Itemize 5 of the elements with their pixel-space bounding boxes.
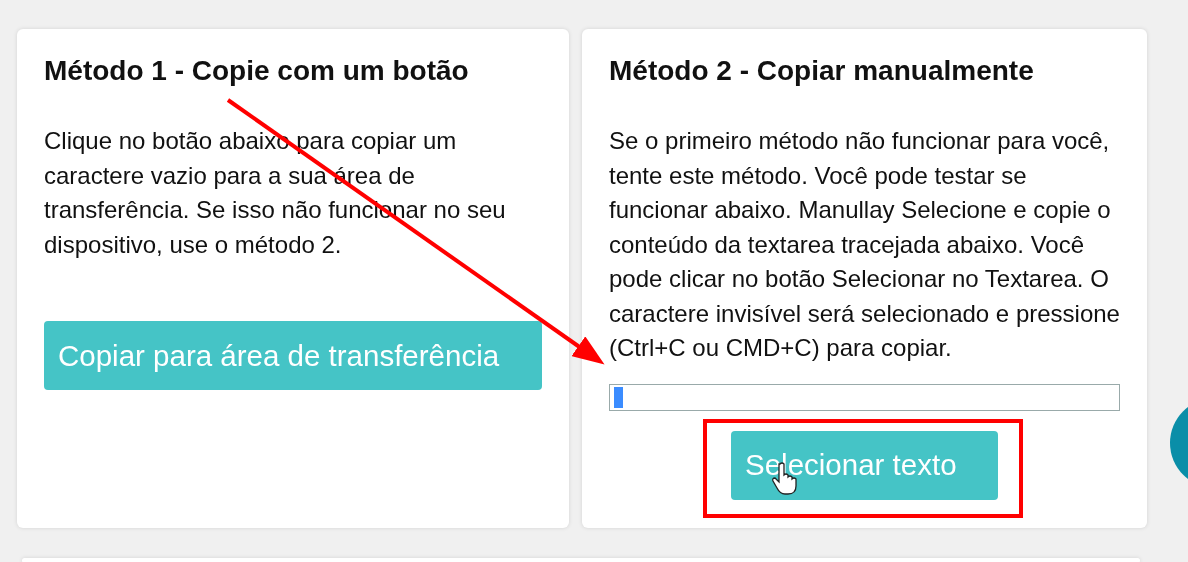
card-title: Método 2 - Copiar manualmente	[609, 56, 1035, 86]
card-title: Método 1 - Copie com um botão	[44, 56, 470, 86]
select-text-button[interactable]: Selecionar texto	[731, 430, 998, 500]
card-description: Se o primeiro método não funcionar para você, tente este método. Você pode testar se funcionar abaixo. Manullay Selecione e copie o conteúdo da textarea tracejada abaixo. Você pode clicar no botão Selecionar no Textarea. O caractere invisível será selecionado e pressione (Ctrl+C ou CMD+C) para copiar.	[609, 126, 1120, 363]
copy-button[interactable]: Copiar para área de transferência	[44, 321, 542, 390]
